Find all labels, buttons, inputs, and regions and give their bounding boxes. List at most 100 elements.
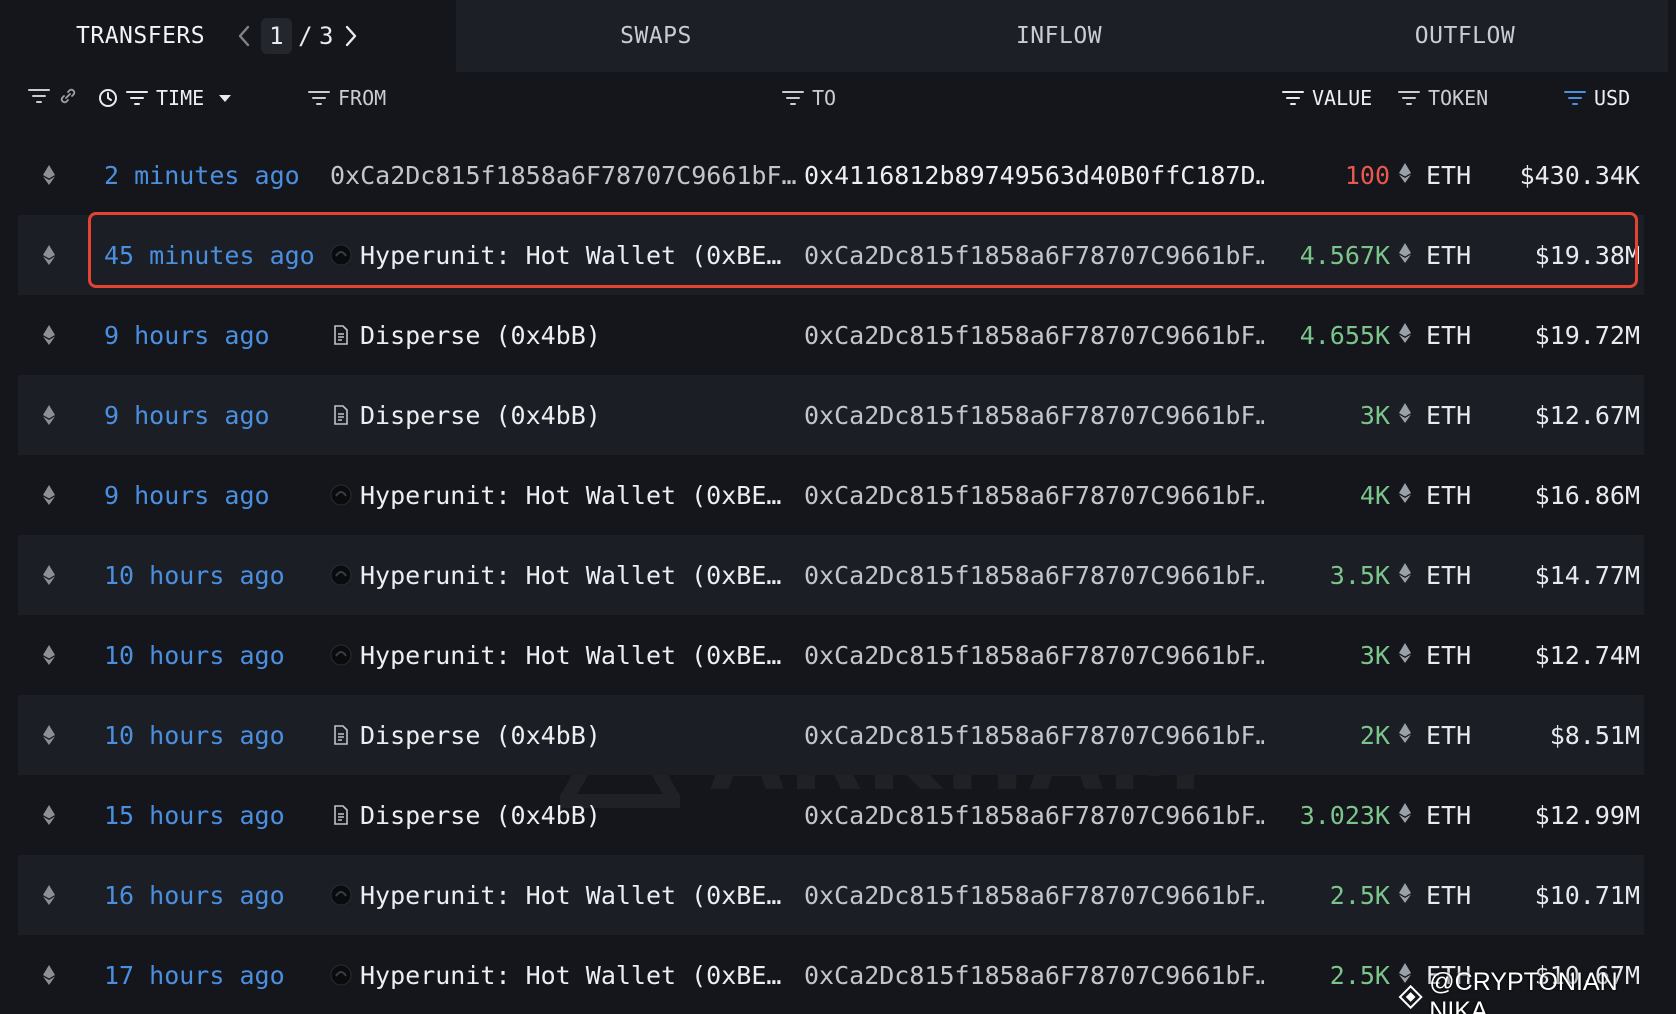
token-cell[interactable]: ETH [1398, 295, 1498, 375]
filter-icon[interactable] [126, 90, 148, 106]
filter-icon[interactable] [28, 88, 50, 104]
time-link[interactable]: 9 hours ago [104, 375, 314, 455]
from-address[interactable]: 0xCa2Dc815f1858a6F78707C9661bF… [330, 161, 797, 190]
to-address[interactable]: 0xCa2Dc815f1858a6F78707C9661bF… [804, 375, 1264, 455]
diamond-logo-icon [1398, 984, 1423, 1010]
time-link[interactable]: 15 hours ago [104, 775, 314, 855]
header-token-label: TOKEN [1428, 86, 1489, 110]
to-address[interactable]: 0xCa2Dc815f1858a6F78707C9661bF… [804, 855, 1264, 935]
time-link[interactable]: 45 minutes ago [104, 215, 314, 295]
table-row[interactable]: 10 hours ago Hyperunit: Hot Wallet (0xBE…… [18, 615, 1644, 695]
filter-icon[interactable] [1398, 90, 1420, 106]
table-row[interactable]: 15 hours ago Disperse (0x4bB) 0xCa2Dc815f1… [18, 775, 1644, 855]
from-entity[interactable]: Hyperunit: Hot Wallet (0xBE… [330, 881, 781, 910]
ethereum-icon [1398, 481, 1412, 510]
to-address[interactable]: 0xCa2Dc815f1858a6F78707C9661bF… [804, 935, 1264, 1014]
token-cell[interactable]: ETH [1398, 855, 1498, 935]
hyperunit-logo-icon [330, 564, 352, 586]
to-address[interactable]: 0xCa2Dc815f1858a6F78707C9661bF… [804, 615, 1264, 695]
from-cell: Disperse (0x4bB) [330, 375, 800, 455]
chevron-left-icon[interactable] [233, 21, 255, 51]
from-entity[interactable]: Hyperunit: Hot Wallet (0xBE… [330, 961, 781, 990]
tab-transfers[interactable]: TRANSFERS 1 / 3 [0, 0, 456, 72]
header-from-label: FROM [338, 86, 387, 110]
time-link[interactable]: 2 minutes ago [104, 135, 314, 215]
usd-amount: $16.86M [1534, 480, 1640, 510]
usd-amount: $19.72M [1534, 320, 1640, 350]
header-usd[interactable]: USD [1564, 86, 1630, 110]
credit-text: @CRYPTONIAN NIKA [1429, 968, 1618, 1014]
table-row[interactable]: 10 hours ago Disperse (0x4bB) 0xCa2Dc815f1… [18, 695, 1644, 775]
from-entity[interactable]: Hyperunit: Hot Wallet (0xBE… [330, 561, 781, 590]
header-from[interactable]: FROM [308, 86, 386, 110]
token-cell[interactable]: ETH [1398, 695, 1498, 775]
from-entity[interactable]: Disperse (0x4bB) [330, 801, 601, 830]
from-entity[interactable]: Hyperunit: Hot Wallet (0xBE… [330, 641, 781, 670]
value-amount: 3.5K [1329, 560, 1390, 590]
filter-icon[interactable] [1282, 90, 1304, 106]
chevron-right-icon[interactable] [340, 21, 362, 51]
to-address[interactable]: 0xCa2Dc815f1858a6F78707C9661bF… [804, 775, 1264, 855]
table-row[interactable]: 2 minutes ago 0xCa2Dc815f1858a6F78707C966… [18, 135, 1644, 215]
usd-amount: $14.77M [1534, 560, 1640, 590]
time-link[interactable]: 9 hours ago [104, 295, 314, 375]
to-address[interactable]: 0x4116812b89749563d40B0ffC187D… [804, 135, 1264, 215]
from-cell: Hyperunit: Hot Wallet (0xBE… [330, 535, 800, 615]
header-token[interactable]: TOKEN [1398, 86, 1488, 110]
page-separator: / [298, 22, 314, 50]
from-entity[interactable]: Disperse (0x4bB) [330, 321, 601, 350]
filter-icon[interactable] [308, 90, 330, 106]
to-address[interactable]: 0xCa2Dc815f1858a6F78707C9661bF… [804, 535, 1264, 615]
table-row[interactable]: 9 hours ago Disperse (0x4bB) 0xCa2Dc815f18… [18, 375, 1644, 455]
filter-icon[interactable] [1564, 90, 1586, 106]
from-entity-label: Hyperunit: Hot Wallet (0xBE… [360, 960, 782, 990]
from-cell: Disperse (0x4bB) [330, 775, 800, 855]
tab-inflow[interactable]: INFLOW [856, 0, 1262, 72]
header-time[interactable]: TIME [98, 86, 232, 110]
table-row[interactable]: 9 hours ago Hyperunit: Hot Wallet (0xBE… 0… [18, 455, 1644, 535]
token-cell[interactable]: ETH [1398, 215, 1498, 295]
time-link[interactable]: 10 hours ago [104, 615, 314, 695]
from-entity-label: Disperse (0x4bB) [360, 320, 601, 350]
time-link[interactable]: 10 hours ago [104, 695, 314, 775]
from-entity[interactable]: Hyperunit: Hot Wallet (0xBE… [330, 481, 781, 510]
token-cell[interactable]: ETH [1398, 615, 1498, 695]
token-symbol: ETH [1426, 800, 1472, 830]
from-cell: Hyperunit: Hot Wallet (0xBE… [330, 455, 800, 535]
time-link[interactable]: 17 hours ago [104, 935, 314, 1014]
table-row[interactable]: 16 hours ago Hyperunit: Hot Wallet (0xBE…… [18, 855, 1644, 935]
time-link[interactable]: 16 hours ago [104, 855, 314, 935]
to-address[interactable]: 0xCa2Dc815f1858a6F78707C9661bF… [804, 455, 1264, 535]
from-entity[interactable]: Disperse (0x4bB) [330, 401, 601, 430]
ethereum-icon [42, 135, 72, 215]
token-cell[interactable]: ETH [1398, 135, 1498, 215]
usd-amount: $12.99M [1534, 800, 1640, 830]
time-link[interactable]: 9 hours ago [104, 455, 314, 535]
header-to[interactable]: TO [782, 86, 836, 110]
from-entity[interactable]: Hyperunit: Hot Wallet (0xBE… [330, 241, 781, 270]
ethereum-icon [42, 855, 72, 935]
usd-amount: $19.38M [1534, 240, 1640, 270]
to-address[interactable]: 0xCa2Dc815f1858a6F78707C9661bF… [804, 695, 1264, 775]
filter-icon[interactable] [782, 90, 804, 106]
tab-outflow[interactable]: OUTFLOW [1262, 0, 1668, 72]
header-value[interactable]: VALUE [1282, 86, 1372, 110]
sort-down-icon[interactable] [218, 93, 232, 103]
from-entity[interactable]: Disperse (0x4bB) [330, 721, 601, 750]
token-cell[interactable]: ETH [1398, 535, 1498, 615]
ethereum-icon [42, 695, 72, 775]
tab-swaps[interactable]: SWAPS [456, 0, 856, 72]
table-row[interactable]: 10 hours ago Hyperunit: Hot Wallet (0xBE…… [18, 535, 1644, 615]
from-cell: Hyperunit: Hot Wallet (0xBE… [330, 615, 800, 695]
link-icon[interactable] [58, 86, 78, 106]
time-link[interactable]: 10 hours ago [104, 535, 314, 615]
tab-swaps-label: SWAPS [620, 23, 692, 49]
token-cell[interactable]: ETH [1398, 455, 1498, 535]
table-row[interactable]: 9 hours ago Disperse (0x4bB) 0xCa2Dc815f18… [18, 295, 1644, 375]
token-symbol: ETH [1426, 720, 1472, 750]
to-address[interactable]: 0xCa2Dc815f1858a6F78707C9661bF… [804, 295, 1264, 375]
table-row[interactable]: 45 minutes ago Hyperunit: Hot Wallet (0xB… [18, 215, 1644, 295]
token-cell[interactable]: ETH [1398, 375, 1498, 455]
token-cell[interactable]: ETH [1398, 775, 1498, 855]
to-address[interactable]: 0xCa2Dc815f1858a6F78707C9661bF… [804, 215, 1264, 295]
